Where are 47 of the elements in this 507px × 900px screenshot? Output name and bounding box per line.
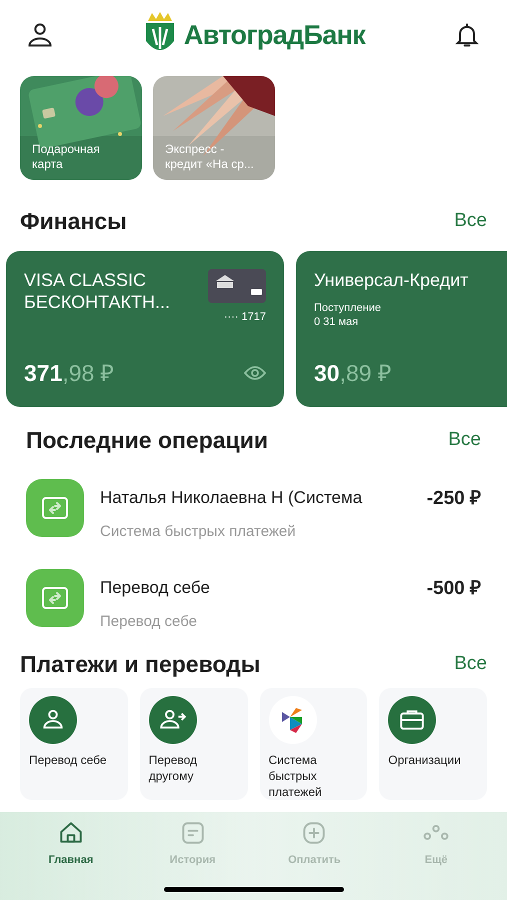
bank-card-icon	[208, 268, 266, 302]
balance-fraction: ,98 ₽	[62, 359, 114, 388]
account-name: Универсал-Кредит	[314, 268, 470, 290]
operation-amount: -250 ₽	[426, 487, 481, 511]
balance-amount: 371	[24, 359, 62, 388]
nav-tab[interactable]: Главная	[26, 820, 116, 868]
operation-title: Перевод себе	[100, 577, 211, 599]
payment-label: Перевод себе	[29, 752, 108, 768]
operation-row[interactable]: Перевод себе Перевод себе -500 ₽	[26, 569, 481, 633]
see-all-link[interactable]: Все	[454, 650, 487, 678]
bell-icon[interactable]	[452, 21, 481, 49]
operation-amount: -500 ₽	[426, 577, 481, 601]
payment-label: Перевод другому	[148, 752, 198, 784]
balance-fraction: ,89 ₽	[340, 359, 391, 388]
section-title: Финансы	[20, 207, 127, 236]
person-icon	[29, 696, 77, 744]
payment-tile[interactable]: Перевод другому	[140, 688, 248, 800]
document-icon	[180, 820, 206, 846]
payment-label: Организации	[388, 752, 462, 768]
payment-label: Система быстрых платежей	[268, 752, 323, 800]
section-title: Последние операции	[26, 426, 268, 455]
operation-subtitle: Перевод себе	[100, 612, 198, 632]
transfer-icon	[41, 586, 69, 610]
account-date: 0 31 мая	[314, 314, 360, 328]
logo-text: АвтоградБанк	[184, 18, 366, 52]
card-number: ···· 1717	[224, 310, 266, 324]
operation-title: Наталья Николаевна Н (Система	[100, 487, 364, 509]
eye-icon[interactable]	[244, 365, 266, 382]
operation-row[interactable]: Наталья Николаевна Н (Система Система быстрых платежей -250 ₽	[26, 479, 481, 543]
balance-amount: 30	[314, 359, 340, 388]
account-note: Поступление	[314, 300, 382, 314]
section-title: Платежи и переводы	[20, 650, 260, 679]
see-all-link[interactable]: Все	[454, 207, 487, 236]
account-card[interactable]: Универсал-Кредит Поступление 0 31 мая 30,89 ₽	[296, 250, 507, 406]
story-title: Экспресс - кредит «На ср...	[165, 142, 255, 172]
payment-tile[interactable]: Перевод себе	[20, 688, 128, 800]
profile-icon[interactable]	[26, 21, 54, 49]
transfer-icon	[41, 496, 69, 520]
payment-tile[interactable]: Организации	[379, 688, 487, 800]
payment-tile[interactable]: Система быстрых платежей	[260, 688, 368, 800]
operation-subtitle: Система быстрых платежей	[100, 522, 297, 542]
account-card[interactable]: VISA CLASSIC БЕСКОНТАКТН... ···· 1717 371,98 ₽	[6, 250, 284, 406]
account-name: VISA CLASSIC БЕСКОНТАКТН...	[24, 268, 171, 314]
story-card[interactable]: Подарочная карта	[20, 76, 142, 180]
see-all-link[interactable]: Все	[448, 426, 481, 454]
story-title: Подарочная карта	[32, 142, 101, 172]
plus-icon	[301, 820, 328, 846]
